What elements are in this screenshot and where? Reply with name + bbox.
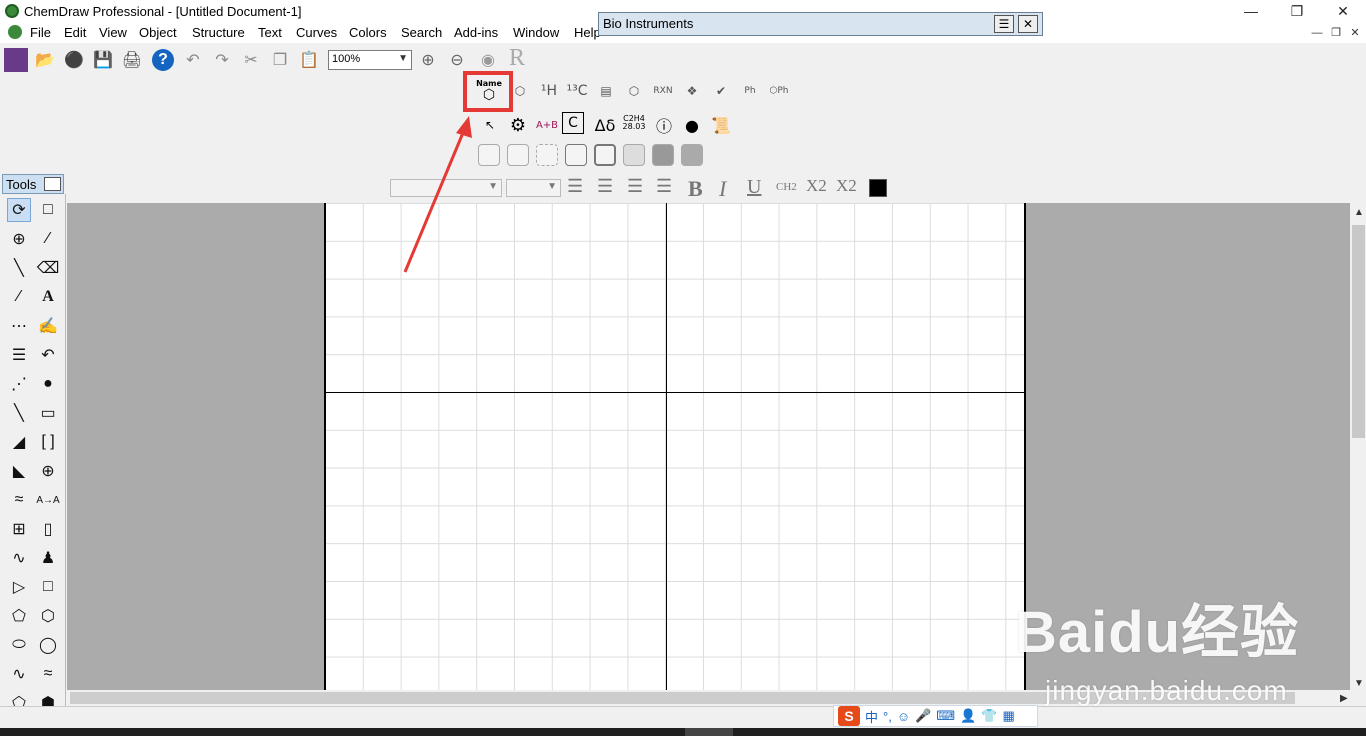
watermark-url: jingyan.baidu.com [1045,675,1288,706]
baidu-watermark: Baidu经验 [1015,585,1299,669]
watermark-brand: Baidu经验 [1015,600,1300,665]
